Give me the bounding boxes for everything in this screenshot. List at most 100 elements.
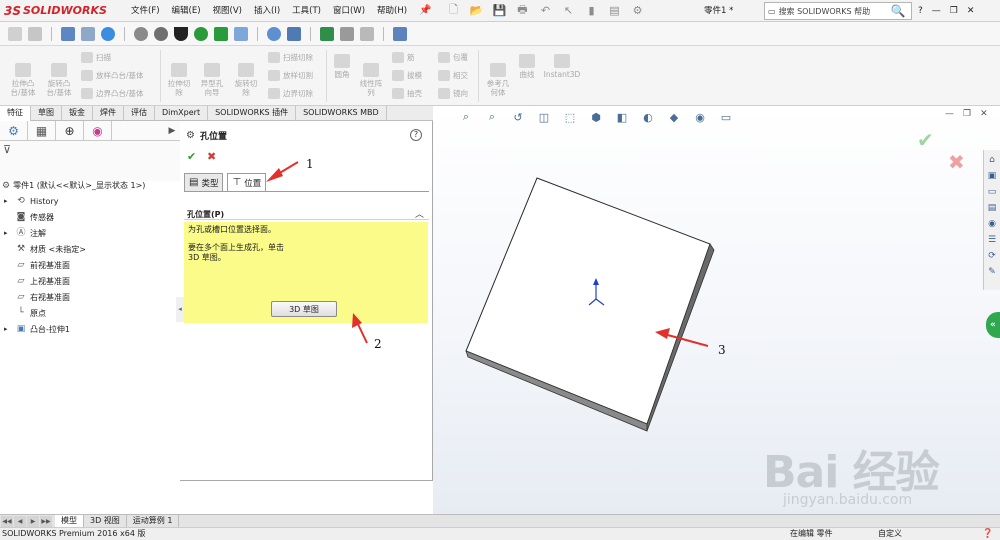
close-icon[interactable]: ✕ — [967, 6, 975, 16]
undo-icon[interactable]: ↶ — [538, 3, 554, 19]
tab-3d-view[interactable]: 3D 视图 — [84, 514, 127, 528]
pin-menu-icon[interactable]: 📌 — [419, 5, 431, 16]
printer-icon[interactable] — [340, 26, 354, 41]
tab-sketch[interactable]: 草图 — [31, 106, 62, 121]
boundary-boss-button[interactable]: 边界凸台/基体 — [81, 88, 144, 99]
solidworks-logo[interactable]: 3S SOLIDWORKS — [0, 0, 125, 22]
loft-button[interactable]: 放样凸台/基体 — [81, 70, 144, 81]
curves-button[interactable]: 曲线 — [516, 54, 538, 79]
prev-tab-icon[interactable]: ◀ — [14, 515, 26, 527]
tree-item-annotations[interactable]: ▸ Ⓐ 注解 — [4, 226, 46, 241]
rib-button[interactable]: 筋 — [392, 52, 415, 63]
pane-resize-handle[interactable]: ◂ — [176, 297, 184, 322]
expand-icon[interactable]: ▸ — [4, 194, 12, 209]
extrude-boss-button[interactable]: 拉伸凸 台/基体 — [6, 54, 40, 97]
configuration-manager-icon[interactable]: ⊕ — [56, 121, 84, 141]
zoom-icon[interactable] — [267, 26, 281, 41]
revolve-cut-button[interactable]: 旋转切 除 — [230, 54, 262, 97]
tab-model[interactable]: 模型 — [55, 514, 84, 528]
appearances-icon[interactable]: ◉ — [986, 217, 999, 230]
settings-icon[interactable] — [134, 26, 148, 41]
tab-weldments[interactable]: 焊件 — [93, 106, 124, 121]
report-icon[interactable] — [393, 26, 407, 41]
tab-mbd[interactable]: SOLIDWORKS MBD — [296, 106, 387, 121]
home-icon[interactable]: ⌂ — [986, 153, 999, 166]
copy-icon[interactable] — [360, 26, 374, 41]
fillet-button[interactable]: 圆角 — [330, 54, 354, 79]
plate-top-face[interactable] — [465, 177, 711, 425]
instant3d-button[interactable]: Instant3D — [542, 54, 582, 79]
draft-button[interactable]: 拔模 — [392, 70, 422, 81]
linear-pattern-button[interactable]: 线性阵 列 — [356, 54, 386, 97]
sweep-button[interactable]: 扫描 — [81, 52, 111, 63]
menu-file[interactable]: 文件(F) — [125, 0, 166, 22]
dimension-icon[interactable] — [28, 26, 42, 41]
extrude-cut-button[interactable]: 拉伸切 除 — [164, 54, 194, 97]
tree-item-sensors[interactable]: ◙ 传感器 — [4, 210, 54, 225]
save-icon[interactable]: 💾 — [492, 3, 508, 19]
rebuild-icon[interactable]: ▮ — [584, 3, 600, 19]
tree-item-boss-extrude[interactable]: ▸ ▣ 凸台-拉伸1 — [4, 322, 70, 337]
tree-root-part[interactable]: ⚙ 零件1 (默认<<默认>_显示状态 1>) — [2, 179, 145, 193]
measure-icon[interactable] — [8, 26, 22, 41]
tab-type[interactable]: ▤ 类型 — [184, 173, 224, 192]
help-bubble-icon[interactable]: ❓ — [982, 528, 993, 540]
tree-item-front-plane[interactable]: ▱ 前视基准面 — [4, 258, 70, 273]
feature-manager-icon[interactable]: ⚙ — [0, 121, 28, 141]
view-palette-icon[interactable]: ▤ — [986, 201, 999, 214]
lofted-cut-button[interactable]: 放样切割 — [268, 70, 313, 81]
tree-item-top-plane[interactable]: ▱ 上视基准面 — [4, 274, 70, 289]
forum-icon[interactable]: ✎ — [986, 265, 999, 278]
menu-view[interactable]: 视图(V) — [207, 0, 248, 22]
search-icon[interactable]: 🔍 — [886, 2, 910, 20]
file-properties-icon[interactable]: ▤ — [607, 3, 623, 19]
last-tab-icon[interactable]: ▶▶ — [40, 515, 52, 527]
filter-icon[interactable]: ⊽ — [0, 141, 180, 159]
chevron-right-icon[interactable]: ▶ — [164, 121, 180, 141]
shell-button[interactable]: 抽壳 — [392, 88, 422, 99]
mirror-button[interactable]: 镜向 — [438, 88, 468, 99]
monitor-icon[interactable] — [61, 26, 75, 41]
swept-cut-button[interactable]: 扫描切除 — [268, 52, 313, 63]
file-explorer-icon[interactable]: ▭ — [986, 185, 999, 198]
open-icon[interactable]: 📂 — [469, 3, 485, 19]
boundary-cut-button[interactable]: 边界切除 — [268, 88, 313, 99]
help-search-input[interactable] — [778, 6, 887, 16]
user-icon[interactable] — [287, 26, 301, 41]
analysis-icon[interactable] — [234, 26, 248, 41]
expand-icon[interactable]: ▸ — [4, 226, 12, 241]
options-gear-icon[interactable]: ⚙ — [630, 3, 646, 19]
globe-icon[interactable] — [101, 26, 115, 41]
ok-check-icon[interactable]: ✔ — [187, 150, 196, 163]
tree-item-origin[interactable]: └ 原点 — [4, 306, 46, 321]
stop-icon[interactable] — [214, 26, 228, 41]
assembly-icon[interactable] — [81, 26, 95, 41]
tree-item-material[interactable]: ⚒ 材质 <未指定> — [4, 242, 86, 257]
menu-help[interactable]: 帮助(H) — [371, 0, 413, 22]
first-tab-icon[interactable]: ◀◀ — [1, 515, 13, 527]
graphics-area[interactable]: ⌕ ⌕ ↺ ◫ ⬚ ⬢ ◧ ◐ ◆ ◉ ▭ — ❐ ✕ ✔ ✖ ⌂ ▣ ▭ ▤ … — [433, 106, 1000, 514]
tab-motion-study[interactable]: 运动算例 1 — [127, 514, 180, 528]
spreadsheet-icon[interactable] — [320, 26, 334, 41]
wrap-button[interactable]: 包覆 — [438, 52, 468, 63]
tab-features[interactable]: 特征 — [0, 106, 31, 121]
menu-tools[interactable]: 工具(T) — [286, 0, 327, 22]
design-library-icon[interactable]: ▣ — [986, 169, 999, 182]
gear-icon[interactable] — [154, 26, 168, 41]
display-manager-icon[interactable]: ◉ — [84, 121, 112, 141]
tab-evaluate[interactable]: 评估 — [124, 106, 155, 121]
bowl-icon[interactable] — [174, 26, 188, 41]
custom-properties-icon[interactable]: ☰ — [986, 233, 999, 246]
cancel-x-icon[interactable]: ✖ — [207, 150, 216, 163]
revolve-boss-button[interactable]: 旋转凸 台/基体 — [42, 54, 76, 97]
tree-item-right-plane[interactable]: ▱ 右视基准面 — [4, 290, 70, 305]
status-units[interactable]: 自定义 — [878, 528, 902, 540]
print-icon[interactable]: 🖶 — [515, 3, 531, 19]
menu-edit[interactable]: 编辑(E) — [166, 0, 207, 22]
help-icon[interactable]: ? — [918, 6, 923, 16]
tab-position[interactable]: ⊤ 位置 — [227, 173, 267, 192]
3d-sketch-button[interactable]: 3D 草图 — [271, 301, 337, 317]
intersect-button[interactable]: 相交 — [438, 70, 468, 81]
menu-insert[interactable]: 插入(I) — [248, 0, 286, 22]
hole-wizard-button[interactable]: 异型孔 向导 — [196, 54, 228, 97]
